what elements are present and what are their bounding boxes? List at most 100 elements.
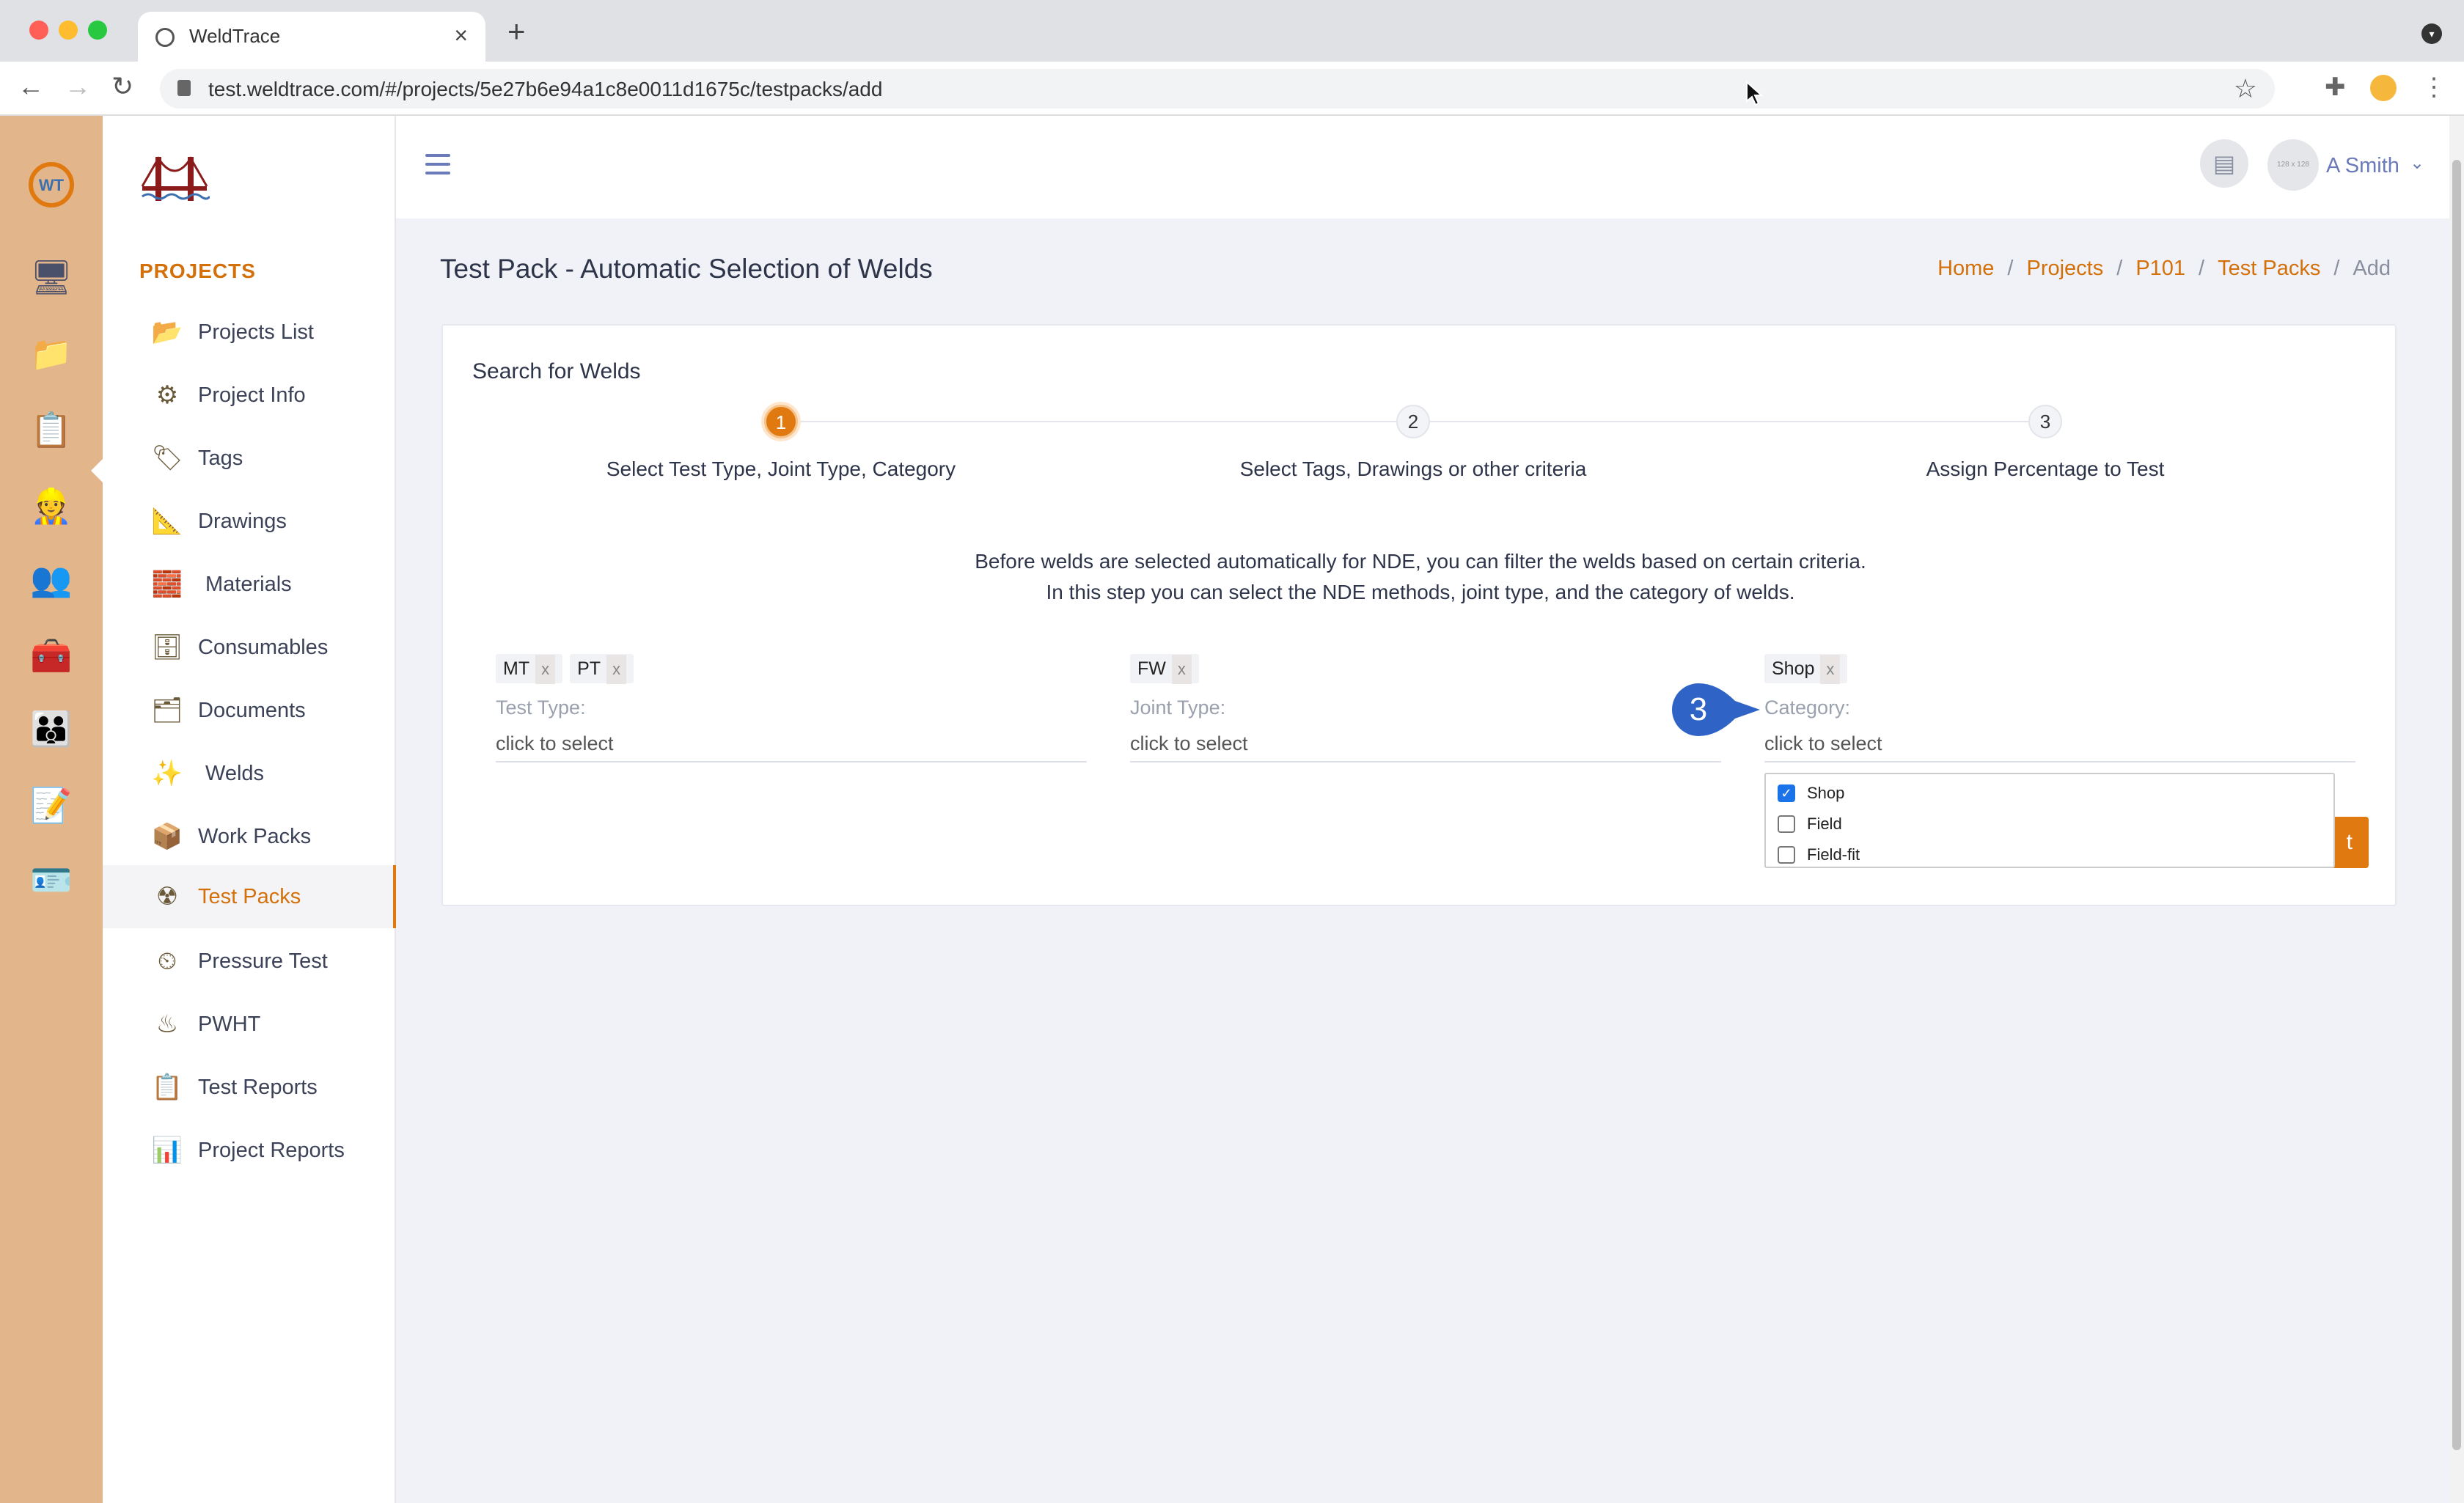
field-label: Category: [1764, 697, 1851, 719]
sidebar-item-label: Pressure Test [198, 949, 328, 973]
tab-close-icon[interactable]: × [454, 22, 468, 49]
chevron-down-icon[interactable]: ⌄ [2410, 152, 2424, 174]
hamburger-menu-icon[interactable] [425, 154, 450, 176]
sidebar-item-project-info[interactable]: ⚙ Project Info [103, 364, 396, 427]
category-option-shop[interactable]: ✓ Shop [1778, 780, 1844, 806]
step-1-label: Select Test Type, Joint Type, Category [606, 457, 956, 480]
chip-remove-button[interactable]: x [606, 655, 627, 684]
gears-icon: ⚙ [155, 381, 179, 409]
chip-remove-button[interactable]: x [1171, 655, 1192, 684]
sidebar-item-drawings[interactable]: 📐 Drawings [103, 490, 396, 553]
chip-remove-button[interactable]: x [1820, 655, 1841, 684]
scrollbar-thumb[interactable] [2452, 160, 2461, 1450]
certificate-badge-icon[interactable]: 🪪 [28, 856, 75, 903]
svg-text:WT: WT [39, 176, 65, 194]
globe-icon [155, 28, 175, 47]
profile-extension-icon[interactable] [2370, 75, 2397, 101]
field-label: Test Type: [496, 697, 586, 719]
url-text: test.weldtrace.com/#/projects/5e27b6e94a… [208, 78, 883, 100]
welder-mask-icon[interactable]: 👷 [28, 482, 75, 529]
step-2-indicator[interactable]: 2 [1396, 405, 1430, 438]
avatar[interactable]: 128 x 128 [2267, 139, 2319, 191]
sidebar-item-label: Tags [198, 446, 243, 470]
tab-title: WeldTrace [189, 25, 281, 47]
category-option-field-fit[interactable]: Field-fit [1778, 842, 1860, 868]
window-minimize-dot[interactable] [59, 21, 78, 40]
selected-chip: Shop x [1764, 654, 1848, 684]
test-type-field[interactable]: MT x PT x Test Type: click to select [496, 654, 1087, 762]
step-3-indicator[interactable]: 3 [2028, 405, 2062, 438]
app-icon-rail: WT 🖥 📁 📋 👷 👥 🧰 👪 📝 🪪 [0, 116, 104, 1503]
sidebar-item-welds[interactable]: ✨ Welds [103, 742, 396, 805]
bookmark-star-icon[interactable]: ☆ [2234, 73, 2257, 104]
selected-chip: MT x [496, 654, 563, 684]
user-name[interactable]: A Smith [2326, 154, 2399, 178]
chip-remove-button[interactable]: x [535, 655, 556, 684]
checklist-icon: 📋 [151, 1073, 183, 1101]
window-maximize-dot[interactable] [88, 21, 107, 40]
sidebar-item-label: PWHT [198, 1012, 261, 1036]
window-close-dot[interactable] [29, 21, 48, 40]
checkbox-checked[interactable]: ✓ [1778, 784, 1795, 802]
chip-label: MT [503, 658, 530, 679]
option-label: Shop [1807, 784, 1845, 802]
checkbox-unchecked[interactable] [1778, 815, 1795, 833]
joint-type-select[interactable]: click to select [1130, 729, 1721, 762]
url-field[interactable]: test.weldtrace.com/#/projects/5e27b6e94a… [160, 69, 2275, 109]
breadcrumb-home[interactable]: Home [1937, 257, 1994, 280]
schedule-report-icon[interactable]: 📝 [28, 782, 75, 828]
selected-chip: PT x [570, 654, 634, 684]
book-icon[interactable]: ▤ [2200, 139, 2248, 188]
sidebar-item-label: Consumables [198, 635, 329, 659]
breadcrumb-p101[interactable]: P101 [2135, 257, 2185, 280]
test-type-select[interactable]: click to select [496, 729, 1087, 762]
browser-menu-icon[interactable]: ⋮ [2421, 75, 2446, 100]
sidebar-item-test-packs[interactable]: ☢ Test Packs [103, 865, 396, 928]
back-arrow-icon[interactable]: ← [18, 73, 44, 100]
projects-folder-icon[interactable]: 📁 [28, 330, 75, 377]
sidebar-item-project-reports[interactable]: 📊 Project Reports [103, 1119, 396, 1182]
joint-type-field[interactable]: FW x Joint Type: click to select [1130, 654, 1721, 762]
forward-arrow-icon[interactable]: → [65, 73, 91, 100]
bridge-logo-icon [139, 151, 211, 207]
sidebar-item-label: Project Info [198, 383, 306, 407]
page-scrollbar[interactable] [2449, 116, 2464, 1503]
heater-coil-icon: ♨ [155, 1010, 179, 1038]
team-users-icon[interactable]: 👪 [28, 705, 75, 752]
step-1-indicator[interactable]: 1 [764, 405, 798, 438]
category-select[interactable]: click to select [1764, 729, 2355, 762]
sidebar-item-tags[interactable]: 🏷 Tags [103, 427, 396, 490]
category-field[interactable]: Shop x Category: click to select [1764, 654, 2355, 762]
tab-search-icon[interactable]: ▾ [2421, 23, 2442, 44]
step-2-label: Select Tags, Drawings or other criteria [1239, 457, 1587, 480]
sidebar-item-test-reports[interactable]: 📋 Test Reports [103, 1056, 396, 1119]
sidebar-item-work-packs[interactable]: 📦 Work Packs [103, 805, 396, 868]
step-3-label: Assign Percentage to Test [1926, 457, 2165, 480]
weldtrace-logo-icon[interactable]: WT [28, 161, 75, 208]
reload-icon[interactable]: ↻ [111, 73, 133, 100]
clipboard-settings-icon[interactable]: 📋 [28, 406, 75, 453]
document-folder-icon: 🗂 [151, 697, 183, 724]
org-chart-icon[interactable]: 👥 [28, 556, 75, 603]
sidebar-item-label: Test Packs [198, 884, 301, 908]
sidebar-item-materials[interactable]: 🧱 Materials [103, 553, 396, 616]
sidebar-item-consumables[interactable]: 🗄 Consumables [103, 616, 396, 679]
breadcrumb-projects[interactable]: Projects [2026, 257, 2103, 280]
step-callout-badge: 3 [1666, 680, 1760, 739]
sidebar-item-documents[interactable]: 🗂 Documents [103, 679, 396, 742]
option-label: Field-fit [1807, 845, 1860, 864]
breadcrumb-current: Add [2353, 257, 2391, 280]
browser-tab[interactable]: WeldTrace × [138, 12, 485, 62]
extensions-puzzle-icon[interactable]: ✚ [2325, 75, 2346, 100]
sidebar-item-projects-list[interactable]: 📂 Projects List [103, 301, 396, 364]
sidebar-item-pwht[interactable]: ♨ PWHT [103, 993, 396, 1056]
category-option-field[interactable]: Field [1778, 811, 1842, 837]
monitor-dashboard-icon[interactable]: 🖥 [28, 254, 75, 301]
checkbox-unchecked[interactable] [1778, 846, 1795, 864]
sidebar-item-label: Test Reports [198, 1075, 318, 1099]
sidebar-item-label: Work Packs [198, 824, 312, 848]
breadcrumb-test-packs[interactable]: Test Packs [2218, 257, 2320, 280]
new-tab-icon[interactable]: + [507, 16, 526, 47]
sidebar-item-pressure-test[interactable]: ⏲ Pressure Test [103, 930, 396, 993]
welding-machine-icon[interactable]: 🧰 [28, 632, 75, 679]
